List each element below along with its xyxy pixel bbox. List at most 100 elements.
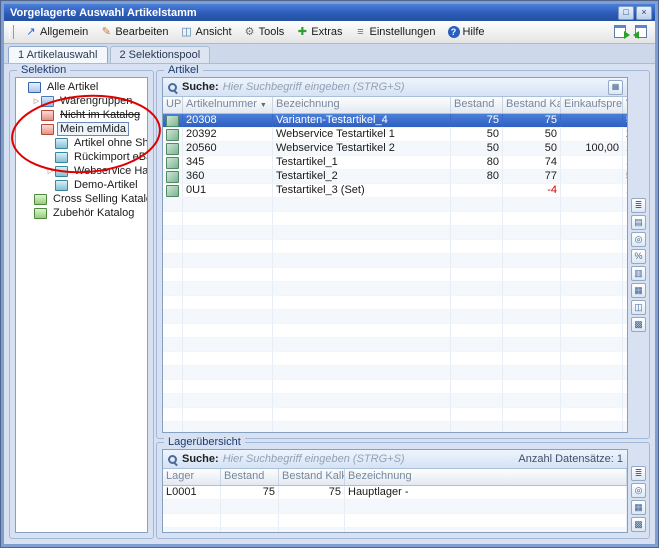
tree-item-rueckimport-ebay[interactable]: Rückimport eBay — [16, 150, 147, 164]
split-view-icon[interactable]: ◫ — [631, 300, 646, 315]
empty-cell — [503, 324, 561, 337]
menu-tools[interactable]: ⚙ Tools — [238, 24, 291, 40]
menu-extras[interactable]: ✚ Extras — [290, 24, 348, 40]
folder-icon — [41, 124, 54, 135]
empty-cell — [273, 380, 451, 393]
arrow-icon: ↗ — [25, 26, 37, 38]
table-row-empty — [163, 422, 627, 432]
tree-item-cross-selling-katalog[interactable]: Cross Selling Katalog — [16, 192, 147, 206]
empty-cell — [279, 500, 345, 513]
cell-lager: L0001 — [163, 486, 221, 499]
tree-item-mein-emmida[interactable]: Mein emMida — [16, 122, 147, 136]
empty-cell — [273, 310, 451, 323]
column-header-artikelnummer[interactable]: Artikelnummer▼ — [183, 97, 273, 113]
table-row[interactable]: 345 Testartikel_1 80 74 100 — [163, 156, 627, 170]
empty-cell — [279, 514, 345, 527]
lager-table-body: L0001 75 75 Hauptlager - — [163, 486, 627, 532]
column-header-bestand-kalk[interactable]: Bestand Kalk. — [503, 97, 561, 113]
tree-item-artikel-ohne-shop-kategorie[interactable]: Artikel ohne Shop-Kategorie — [16, 136, 147, 150]
footer-icon[interactable]: ▩ — [631, 517, 646, 532]
lager-table-header: Lager Bestand Bestand Kalk. Bezeichnung — [163, 469, 627, 486]
cell-einkaufspreis — [561, 184, 623, 197]
cell-bezeichnung: Webservice Testartikel 2 — [273, 142, 451, 155]
tree-item-nicht-im-katalog[interactable]: Nicht im Katalog — [16, 108, 147, 122]
restore-button[interactable]: □ — [618, 6, 634, 20]
column-header-bezeichnung[interactable]: Bezeichnung — [273, 97, 451, 113]
find-panel-icon[interactable]: ◎ — [631, 232, 646, 247]
empty-cell — [163, 240, 183, 253]
table-row-empty — [163, 500, 627, 514]
table-row[interactable]: 20560 Webservice Testartikel 2 50 50 100… — [163, 142, 627, 156]
auto-height-icon[interactable]: ≣ — [631, 198, 646, 213]
search-input[interactable]: Hier Suchbegriff eingeben (STRG+S) — [223, 453, 515, 465]
find-panel-icon[interactable]: ◎ — [631, 483, 646, 498]
empty-cell — [503, 240, 561, 253]
search-input[interactable]: Hier Suchbegriff eingeben (STRG+S) — [223, 81, 604, 93]
tree-item-demo-artikel[interactable]: Demo-Artikel — [16, 178, 147, 192]
table-row-empty — [163, 226, 627, 240]
table-row-empty — [163, 352, 627, 366]
menu-einstellungen[interactable]: ≡ Einstellungen — [348, 24, 441, 40]
column-header-up[interactable]: UP — [163, 97, 183, 113]
tab-selektionspool[interactable]: 2 Selektionspool — [110, 46, 211, 63]
empty-cell — [561, 282, 623, 295]
empty-cell — [183, 366, 273, 379]
sync-icon[interactable] — [633, 24, 651, 40]
tree-item-zubehoer-katalog[interactable]: Zubehör Katalog — [16, 206, 147, 220]
column-header-einkaufspreis[interactable]: Einkaufspreis — [561, 97, 623, 113]
cell-einkaufspreis — [561, 156, 623, 169]
search-options-icon[interactable]: ▦ — [608, 80, 623, 95]
export-icon[interactable] — [612, 24, 630, 40]
empty-cell — [451, 240, 503, 253]
menu-allgemein[interactable]: ↗ Allgemein — [19, 24, 94, 40]
empty-cell — [273, 394, 451, 407]
close-button[interactable]: × — [636, 6, 652, 20]
tree-item-label: Warengruppen — [58, 95, 134, 107]
column-header-verkaufspreis[interactable]: Ve — [623, 97, 628, 113]
column-header-bezeichnung[interactable]: Bezeichnung — [345, 469, 627, 485]
cell-bestand — [451, 184, 503, 197]
column-header-lager[interactable]: Lager — [163, 469, 221, 485]
expander-icon[interactable]: ▷ — [32, 97, 41, 105]
empty-cell — [273, 254, 451, 267]
footer-icon[interactable]: ▩ — [631, 317, 646, 332]
empty-cell — [561, 366, 623, 379]
empty-cell — [451, 380, 503, 393]
row-icon-cell — [163, 156, 183, 169]
empty-cell — [623, 422, 627, 432]
auto-height-icon[interactable]: ≣ — [631, 466, 646, 481]
column-header-bestand-kalk[interactable]: Bestand Kalk. — [279, 469, 345, 485]
tree-item-webservice-hauptkategorie[interactable]: ▷ Webservice Hauptkategorie — [16, 164, 147, 178]
empty-cell — [221, 514, 279, 527]
tree-item-alle-artikel[interactable]: Alle Artikel — [16, 80, 147, 94]
folder-icon — [41, 96, 54, 107]
folder-icon — [41, 110, 54, 121]
tree-item-label: Cross Selling Katalog — [51, 193, 147, 205]
menu-ansicht[interactable]: ◫ Ansicht — [175, 24, 238, 40]
fixed-column-icon[interactable]: ▥ — [631, 266, 646, 281]
layout-icon[interactable]: ▦ — [631, 500, 646, 515]
tree-item-label: Demo-Artikel — [72, 179, 140, 191]
table-row[interactable]: 20392 Webservice Testartikel 1 50 50 20, — [163, 128, 627, 142]
toolbar-grip[interactable] — [9, 25, 14, 39]
column-header-bestand[interactable]: Bestand — [451, 97, 503, 113]
percent-icon[interactable]: % — [631, 249, 646, 264]
table-row[interactable]: 360 Testartikel_2 80 77 50, — [163, 170, 627, 184]
cell-bestand: 50 — [451, 142, 503, 155]
column-header-bestand[interactable]: Bestand — [221, 469, 279, 485]
best-fit-icon[interactable]: ▤ — [631, 215, 646, 230]
table-row[interactable]: L0001 75 75 Hauptlager - — [163, 486, 627, 500]
table-row[interactable]: 20308 Varianten-Testartikel_4 75 75 50, — [163, 114, 627, 128]
menu-hilfe[interactable]: ? Hilfe — [442, 24, 491, 40]
cell-einkaufspreis: 100,00 — [561, 142, 623, 155]
tab-artikelauswahl[interactable]: 1 Artikelauswahl — [8, 46, 108, 63]
tree-item-warengruppen[interactable]: ▷ Warengruppen — [16, 94, 147, 108]
expander-icon[interactable]: ▷ — [46, 167, 55, 175]
empty-cell — [623, 268, 627, 281]
layout-icon[interactable]: ▦ — [631, 283, 646, 298]
menu-bearbeiten[interactable]: ✎ Bearbeiten — [94, 24, 174, 40]
article-icon — [166, 185, 179, 197]
lager-group: Lagerübersicht Suche: Hier Suchbegriff e… — [156, 442, 650, 539]
table-row[interactable]: 0U1 Testartikel_3 (Set) -4 10, — [163, 184, 627, 198]
cell-bezeichnung: Testartikel_2 — [273, 170, 451, 183]
